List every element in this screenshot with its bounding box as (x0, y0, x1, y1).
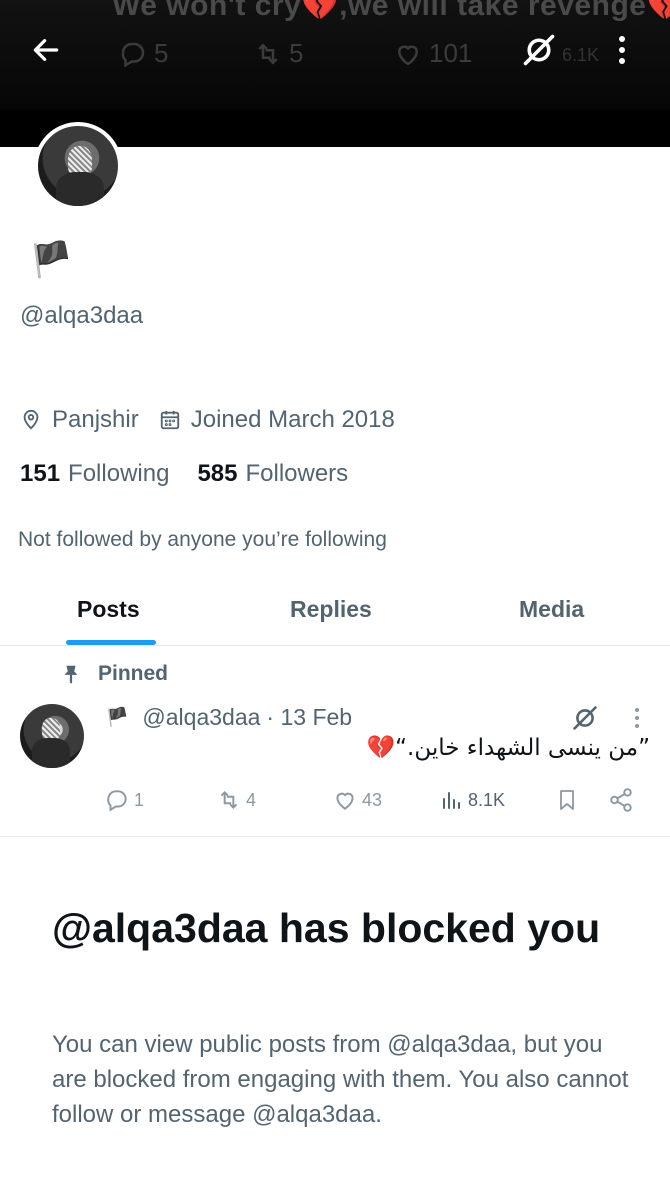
broken-heart-emoji: 💔 (301, 0, 340, 22)
calendar-icon (160, 410, 179, 430)
follow-stats: 151 Following 585 Followers (20, 460, 376, 488)
profile-location: Panjshir (20, 406, 139, 434)
reply-count: 1 (134, 789, 145, 810)
profile-tabs: Posts Replies Media (0, 580, 670, 646)
post-header: 🏴 @alqa3daa · 13 Feb (106, 704, 352, 731)
pinned-label: Pinned (98, 662, 169, 685)
reply-icon (121, 42, 145, 67)
post-grok-button[interactable] (567, 700, 603, 736)
tab-media[interactable]: Media (519, 596, 584, 623)
post-date[interactable]: · 13 Feb (266, 704, 352, 731)
blocked-description: You can view public posts from @alqa3daa… (52, 1031, 629, 1128)
blocked-title: @alqa3daa has blocked you (52, 905, 601, 951)
banner-ghost-text: We won't cry💔,we will take revenge💔 (112, 0, 670, 23)
post-more-button[interactable] (622, 700, 652, 736)
post-divider (0, 836, 670, 837)
profile-banner[interactable]: We won't cry💔,we will take revenge💔 5 5 … (0, 0, 670, 147)
post-flag-emoji: 🏴 (106, 707, 129, 727)
back-button[interactable] (24, 28, 68, 72)
post-text: ”من ينسى الشهداء خاين.“💔 (366, 734, 650, 761)
repost-icon (258, 42, 278, 65)
bookmark-icon (560, 790, 574, 810)
arrow-left-icon (33, 39, 59, 61)
grok-icon (523, 34, 555, 66)
following-label: Following (68, 460, 170, 487)
followers-link[interactable]: 585 Followers (197, 460, 348, 488)
banner-likes-count: 101 (429, 38, 473, 68)
repost-button[interactable]: 4 (216, 784, 256, 816)
bookmark-button[interactable] (555, 784, 579, 816)
profile-location-text: Panjshir (52, 406, 139, 433)
broken-heart-emoji: 💔 (366, 735, 396, 761)
banner-ghost-text-part2: ,we will take revenge (339, 0, 647, 22)
post-text-content: ”من ينسى الشهداء خاين.“ (395, 735, 650, 761)
reply-icon (107, 790, 127, 812)
location-pin-icon (23, 409, 39, 430)
views-count: 8.1K (468, 789, 506, 810)
banner-replies: 5 (118, 38, 168, 69)
profile-joined-text: Joined March 2018 (190, 406, 395, 433)
profile-handle: @alqa3daa (20, 302, 144, 329)
post-author-handle[interactable]: @alqa3daa (142, 704, 260, 731)
banner-views-count: 6.1K (562, 45, 600, 65)
share-button[interactable] (608, 784, 634, 816)
share-icon (610, 788, 632, 812)
avatar-figure-body (56, 172, 104, 206)
views-button[interactable]: 8.1K (440, 784, 505, 816)
pinned-label-row: Pinned (60, 662, 168, 686)
avatar-figure-body (32, 738, 70, 768)
more-options-button[interactable] (600, 28, 644, 72)
profile-flag-emoji: 🏴 (30, 241, 73, 279)
like-count: 43 (362, 789, 383, 810)
banner-ghost-text-part1: We won't cry (112, 0, 302, 22)
following-count: 151 (20, 460, 61, 487)
like-button[interactable]: 43 (332, 784, 382, 816)
tab-posts[interactable]: Posts (77, 596, 140, 623)
post-author-avatar[interactable] (20, 704, 84, 768)
reply-button[interactable]: 1 (104, 784, 144, 816)
banner-replies-count: 5 (154, 38, 169, 68)
profile-joined: Joined March 2018 (159, 406, 395, 434)
post-actions: 1 4 43 8.1K (0, 784, 670, 816)
broken-heart-emoji: 💔 (646, 0, 670, 22)
grok-button[interactable] (517, 28, 561, 72)
tab-replies[interactable]: Replies (290, 596, 372, 623)
heart-icon (336, 792, 354, 810)
active-tab-indicator (66, 640, 156, 645)
followers-count: 585 (197, 460, 238, 487)
more-vertical-icon (635, 708, 639, 728)
profile-avatar[interactable] (34, 122, 122, 210)
heart-icon (397, 44, 419, 65)
banner-reposts-count: 5 (289, 38, 304, 68)
views-bar-chart-icon (443, 792, 460, 809)
pin-icon (64, 665, 78, 684)
profile-meta: Panjshir Joined March 2018 (20, 406, 415, 434)
avatar-figure-head (42, 718, 60, 740)
repost-icon (220, 791, 238, 809)
followers-label: Followers (245, 460, 349, 487)
repost-count: 4 (246, 789, 257, 810)
not-followed-notice: Not followed by anyone you’re following (18, 528, 387, 551)
grok-icon (573, 706, 597, 730)
banner-likes: 101 (393, 38, 472, 69)
more-vertical-icon (619, 36, 625, 64)
following-link[interactable]: 151 Following (20, 460, 169, 488)
banner-reposts: 5 (253, 38, 303, 69)
